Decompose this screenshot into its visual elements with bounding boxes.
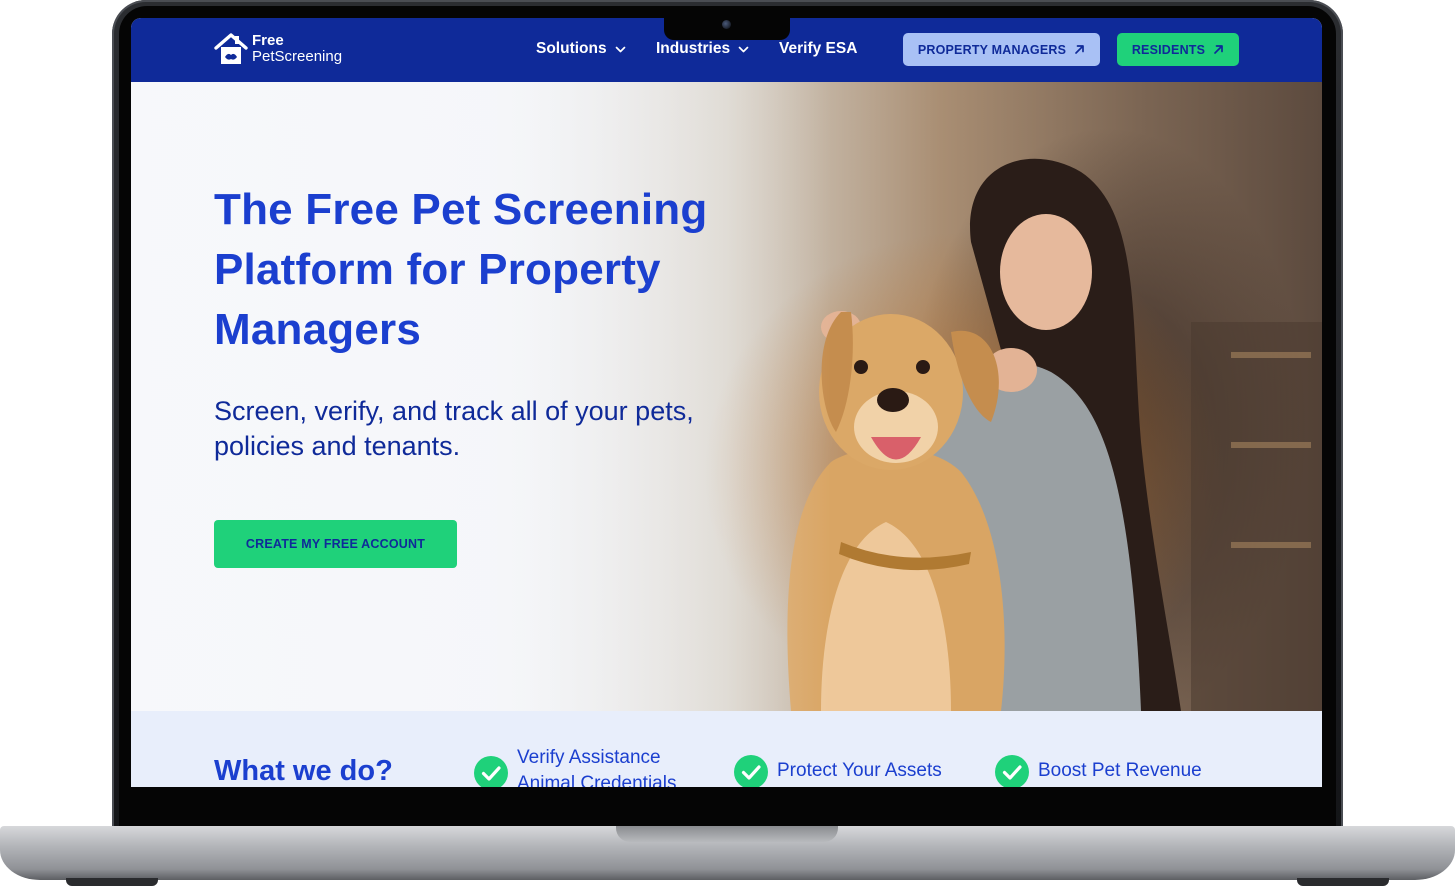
nav-verify-esa-label: Verify ESA xyxy=(779,40,858,57)
what-we-do-title: What we do? xyxy=(214,755,393,787)
chevron-down-icon xyxy=(615,46,625,52)
create-account-button[interactable]: CREATE MY FREE ACCOUNT xyxy=(214,520,457,568)
residents-button[interactable]: RESIDENTS xyxy=(1117,33,1239,66)
hero-subtitle: Screen, verify, and track all of your pe… xyxy=(214,396,694,461)
laptop-mockup: Free PetScreening Solutions Industries V… xyxy=(0,0,1455,888)
laptop-opening-groove xyxy=(616,826,838,842)
nav-verify-esa[interactable]: Verify ESA xyxy=(779,40,857,58)
feature-item: Protect Your Assets xyxy=(734,755,942,787)
what-we-do-section: What we do? Verify Assistance Animal Cre… xyxy=(131,711,1322,787)
check-circle-icon xyxy=(474,756,508,787)
laptop-foot xyxy=(1297,878,1389,886)
feature-label: Verify Assistance Animal Credentials xyxy=(517,747,677,787)
feature-item: Verify Assistance Animal Credentials xyxy=(474,745,697,787)
brand-line-1: Free xyxy=(252,32,284,49)
check-circle-icon xyxy=(734,755,768,787)
laptop-foot xyxy=(66,878,158,886)
check-circle-icon xyxy=(995,755,1029,787)
feature-label: Boost Pet Revenue xyxy=(1038,760,1202,781)
browser-screen: Free PetScreening Solutions Industries V… xyxy=(131,18,1322,787)
property-managers-label: PROPERTY MANAGERS xyxy=(917,42,1067,57)
house-logo-icon xyxy=(214,33,248,64)
brand-logo[interactable]: Free PetScreening xyxy=(213,31,342,67)
hero-title: The Free Pet Screening Platform for Prop… xyxy=(214,185,708,354)
nav-industries[interactable]: Industries xyxy=(656,40,749,58)
arrow-up-right-icon xyxy=(1214,45,1224,54)
brand-line-2: PetScreening xyxy=(252,48,343,65)
feature-item: Boost Pet Revenue xyxy=(995,755,1202,787)
nav-industries-label: Industries xyxy=(656,40,731,57)
nav-solutions[interactable]: Solutions xyxy=(536,40,626,58)
feature-label: Protect Your Assets xyxy=(777,760,942,781)
chevron-down-icon xyxy=(738,46,749,52)
webcam-icon xyxy=(722,20,731,29)
property-managers-button[interactable]: PROPERTY MANAGERS xyxy=(903,33,1100,66)
camera-notch xyxy=(664,17,790,40)
hero-section: The Free Pet Screening Platform for Prop… xyxy=(131,82,1322,711)
nav-solutions-label: Solutions xyxy=(536,40,607,57)
residents-label: RESIDENTS xyxy=(1131,42,1206,57)
arrow-up-right-icon xyxy=(1075,45,1085,54)
brand-wordmark: Free PetScreening xyxy=(252,33,342,65)
